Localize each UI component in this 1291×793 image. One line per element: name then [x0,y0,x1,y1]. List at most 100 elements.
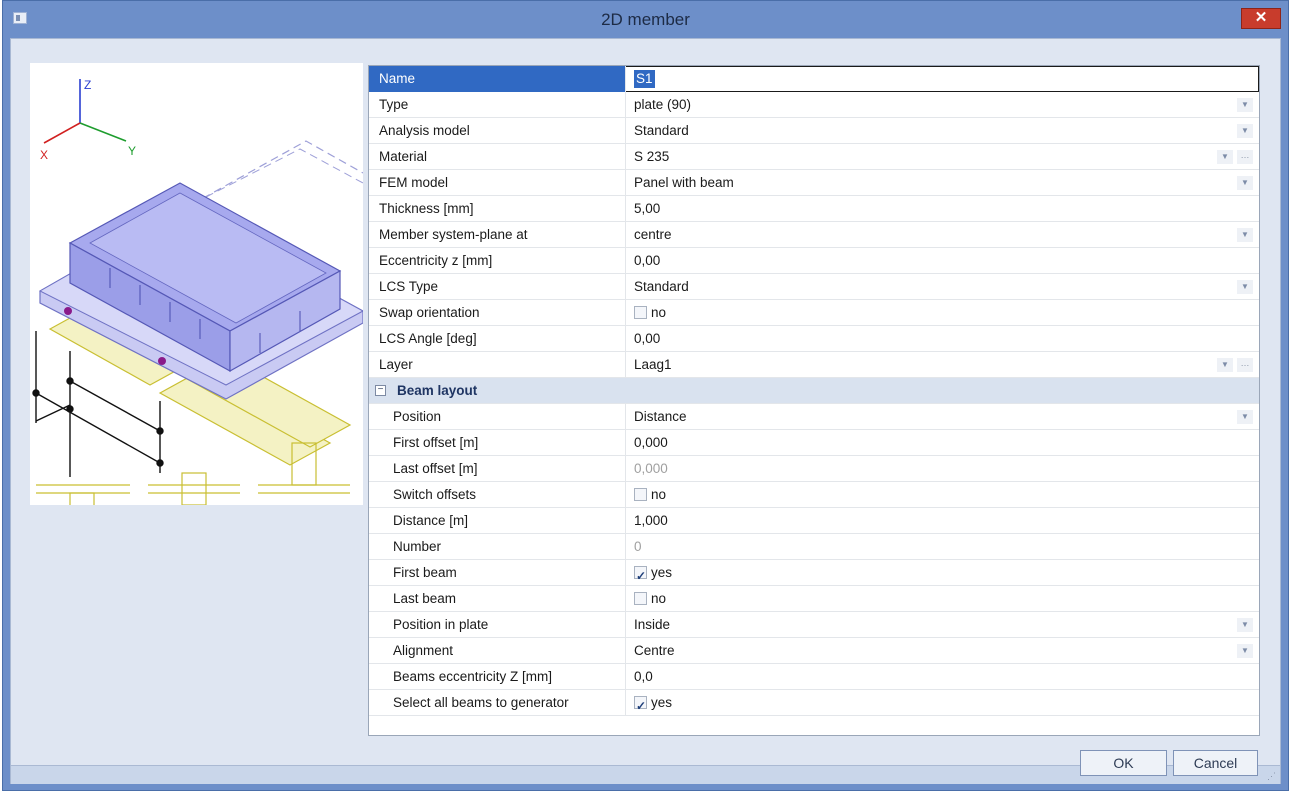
section-label: Beam layout [397,383,478,398]
property-value: Standard [634,123,689,138]
window-title: 2D member [601,10,690,29]
property-input[interactable]: 0,000 [625,456,1259,482]
property-dropdown[interactable]: Laag1 ▼ … [625,352,1259,378]
property-row[interactable]: Position Distance ▼ [369,404,1259,430]
property-value: 5,00 [634,201,661,216]
property-row[interactable]: Select all beams to generator yes [369,690,1259,719]
property-name: Position [393,409,442,424]
property-row[interactable]: Name S1 [369,66,1259,92]
property-dropdown[interactable]: Standard ▼ [625,274,1259,300]
property-row[interactable]: First offset [m] 0,000 [369,430,1259,456]
property-dropdown[interactable]: centre ▼ [625,222,1259,248]
property-name: Alignment [393,643,454,658]
property-row[interactable]: Eccentricity z [mm] 0,00 [369,248,1259,274]
property-value: 1,000 [634,513,668,528]
property-value: Panel with beam [634,175,734,190]
property-row[interactable]: Swap orientation no [369,300,1259,326]
x-axis [43,122,81,144]
property-dropdown[interactable]: Centre ▼ [625,638,1259,664]
property-name: Type [379,97,409,112]
property-name: Eccentricity z [mm] [379,253,493,268]
property-grid: Name S1 Type plate (90) ▼ Analysis model Stand… [368,65,1260,736]
chevron-down-icon[interactable]: ▼ [1217,150,1233,164]
property-value: 0,000 [634,461,668,476]
property-name: Swap orientation [379,305,480,320]
y-axis-label: Y [128,144,136,158]
property-input[interactable]: 5,00 [625,196,1259,222]
chevron-down-icon[interactable]: ▼ [1237,618,1253,632]
resize-grip-icon[interactable]: ⋰ [1267,772,1279,782]
property-checkbox[interactable]: no [625,586,1259,612]
property-input[interactable]: 0,00 [625,248,1259,274]
chevron-down-icon[interactable]: ▼ [1237,228,1253,242]
property-input[interactable]: 0 [625,534,1259,560]
property-row[interactable]: Analysis model Standard ▼ [369,118,1259,144]
property-name: Beams eccentricity Z [mm] [393,669,553,684]
checkbox-label: no [651,305,667,320]
alignment-symbol-top [36,484,130,534]
property-name: First beam [393,565,457,580]
property-dropdown[interactable]: Standard ▼ [625,118,1259,144]
property-row[interactable]: Type plate (90) ▼ [369,92,1259,118]
property-name: Position in plate [393,617,489,632]
checkbox-label: no [651,487,667,502]
chevron-down-icon[interactable]: ▼ [1237,280,1253,294]
property-row[interactable]: Last beam no [369,586,1259,612]
z-axis-label: Z [84,78,91,92]
property-row[interactable]: Alignment Centre ▼ [369,638,1259,664]
property-row[interactable]: Switch offsets no [369,482,1259,508]
chevron-down-icon[interactable]: ▼ [1237,644,1253,658]
property-value: Laag1 [634,357,672,372]
close-button[interactable]: ✕ [1241,8,1281,29]
cancel-button[interactable]: Cancel [1173,750,1258,776]
chevron-down-icon[interactable]: ▼ [1237,410,1253,424]
property-checkbox[interactable]: yes [625,690,1259,719]
property-row[interactable]: LCS Angle [deg] 0,00 [369,326,1259,352]
property-dropdown[interactable]: plate (90) ▼ [625,92,1259,118]
checkbox-icon[interactable] [634,694,647,719]
property-row[interactable]: Member system-plane at centre ▼ [369,222,1259,248]
property-row[interactable]: Material S 235 ▼… [369,144,1259,170]
property-row[interactable]: Thickness [mm] 5,00 [369,196,1259,222]
property-row[interactable]: Beams eccentricity Z [mm] 0,0 [369,664,1259,690]
name-input-text: S1 [634,70,655,88]
property-input[interactable]: 0,00 [625,326,1259,352]
property-row[interactable]: FEM model Panel with beam ▼ [369,170,1259,196]
chevron-down-icon[interactable]: ▼ [1237,124,1253,138]
title-bar[interactable]: 2D member ✕ [3,1,1288,37]
property-input[interactable]: S1 [625,66,1259,92]
property-checkbox[interactable]: no [625,482,1259,508]
property-row[interactable]: Distance [m] 1,000 [369,508,1259,534]
property-checkbox[interactable]: yes [625,560,1259,589]
property-row[interactable]: LCS Type Standard ▼ [369,274,1259,300]
checkbox-icon[interactable] [634,592,647,605]
property-input[interactable]: 0,0 [625,664,1259,690]
checkbox-icon[interactable] [634,488,647,501]
property-value: 0 [634,539,642,554]
checkbox-icon[interactable] [634,306,647,319]
property-name: Last beam [393,591,457,606]
chevron-down-icon[interactable]: ▼ [1237,176,1253,190]
property-row[interactable]: First beam yes [369,560,1259,589]
chevron-down-icon[interactable]: ▼ [1237,98,1253,112]
ellipsis-icon[interactable]: … [1237,358,1253,372]
chevron-down-icon[interactable]: ▼ [1217,358,1233,372]
property-row[interactable]: Position in plate Inside ▼ [369,612,1259,638]
ok-button[interactable]: OK [1080,750,1167,776]
property-dropdown[interactable]: Panel with beam ▼ [625,170,1259,196]
checkbox-icon[interactable] [634,564,647,589]
property-input[interactable]: 0,000 [625,430,1259,456]
property-row[interactable]: Number 0 [369,534,1259,560]
property-row[interactable]: Layer Laag1 ▼… [369,352,1259,378]
collapse-icon[interactable]: − [375,385,386,396]
property-dropdown[interactable]: Inside ▼ [625,612,1259,638]
hinge-marker [64,307,72,315]
property-input[interactable]: 1,000 [625,508,1259,534]
property-checkbox[interactable]: no [625,300,1259,326]
property-row[interactable]: Last offset [m] 0,000 [369,456,1259,482]
property-dropdown[interactable]: S 235 ▼… [625,144,1259,170]
section-header-beam-layout[interactable]: − Beam layout [369,378,1259,404]
dialog-body: Z Y X Name S1 Type plate (90) ▼ Analysis… [10,38,1281,784]
ellipsis-icon[interactable]: … [1237,150,1253,164]
property-dropdown[interactable]: Distance ▼ [625,404,1259,430]
